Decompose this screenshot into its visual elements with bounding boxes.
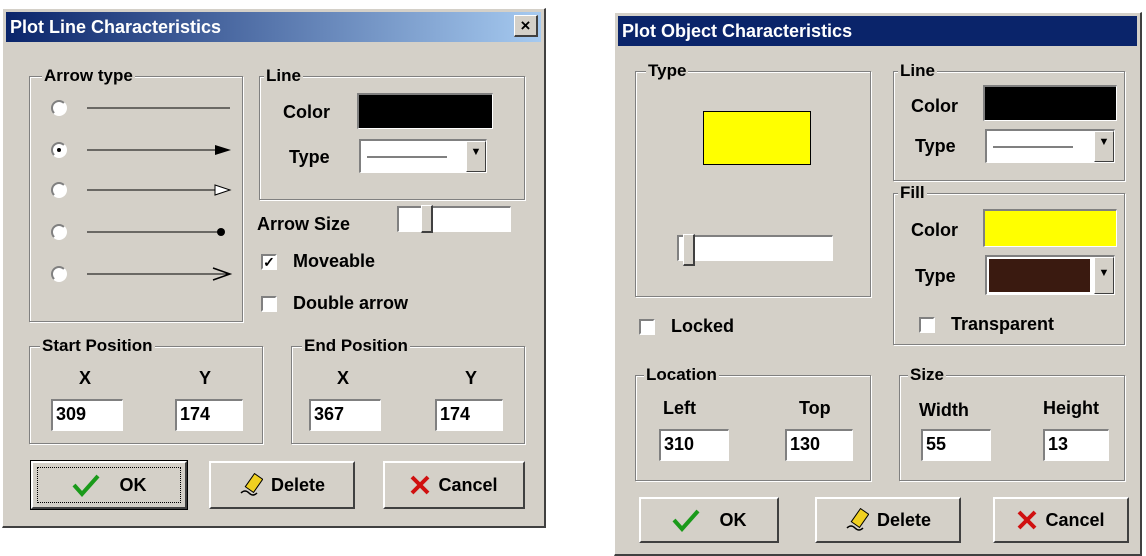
eraser-icon xyxy=(240,473,263,496)
object-preview xyxy=(703,111,811,165)
object-type-label: Type xyxy=(646,61,689,81)
dialog-title: Plot Object Characteristics xyxy=(622,21,853,41)
start-y-label: Y xyxy=(199,368,212,388)
focus-rect xyxy=(37,467,181,503)
line-type-label: Type xyxy=(915,136,956,156)
plot-line-dialog: Plot Line Characteristics × Arrow type L… xyxy=(2,8,546,528)
arrow-type-radio-dot[interactable] xyxy=(51,224,67,240)
line-color-swatch[interactable] xyxy=(983,85,1117,121)
start-position-label: Start Position xyxy=(40,336,155,356)
size-label: Size xyxy=(908,365,947,385)
cancel-label: Cancel xyxy=(438,474,498,495)
x-icon xyxy=(1018,510,1037,530)
ok-button[interactable]: OK xyxy=(639,497,779,543)
fill-color-swatch[interactable] xyxy=(983,209,1117,247)
top-input[interactable]: 130 xyxy=(785,429,853,461)
top-label: Top xyxy=(799,398,831,418)
end-x-label: X xyxy=(337,368,350,388)
arrow-type-label: Arrow type xyxy=(42,66,135,86)
line-color-swatch[interactable] xyxy=(357,93,493,129)
locked-label: Locked xyxy=(671,316,735,336)
fill-group-label: Fill xyxy=(898,183,927,203)
arrow-type-radio-open[interactable] xyxy=(51,182,67,198)
line-solid-icon xyxy=(993,146,1073,148)
locked-checkbox[interactable] xyxy=(639,319,655,335)
arrow-filled-icon xyxy=(87,145,231,155)
double-arrow-checkbox[interactable] xyxy=(261,296,277,312)
arrow-dot-icon xyxy=(87,228,225,236)
fill-pattern-swatch xyxy=(989,259,1090,292)
delete-label: Delete xyxy=(270,474,326,495)
start-x-label: X xyxy=(79,368,92,388)
cancel-label: Cancel xyxy=(1045,509,1105,530)
transparent-label: Transparent xyxy=(951,314,1055,334)
chevron-down-icon[interactable]: ▼ xyxy=(1094,257,1114,294)
arrow-type-radio-filled[interactable] xyxy=(51,142,67,158)
close-icon: × xyxy=(520,16,531,35)
width-input[interactable]: 55 xyxy=(921,429,991,461)
end-y-label: Y xyxy=(465,368,478,388)
transparent-checkbox[interactable] xyxy=(919,317,935,333)
line-color-label: Color xyxy=(283,102,330,122)
end-y-input[interactable]: 174 xyxy=(435,399,503,431)
ok-button[interactable]: OK xyxy=(30,460,188,510)
arrow-type-radio-line[interactable] xyxy=(51,266,67,282)
plot-object-dialog: Plot Object Characteristics Type Locked … xyxy=(614,12,1142,556)
ok-label: OK xyxy=(719,509,747,530)
fill-type-dropdown[interactable]: ▼ xyxy=(985,255,1115,295)
arrow-size-slider[interactable] xyxy=(397,205,511,233)
moveable-checkbox[interactable]: ✓ xyxy=(261,254,277,270)
double-arrow-label: Double arrow xyxy=(293,293,409,313)
start-x-input[interactable]: 309 xyxy=(51,399,123,431)
fill-type-label: Type xyxy=(915,266,956,286)
cancel-button[interactable]: Cancel xyxy=(993,497,1129,543)
line-solid-icon xyxy=(367,156,447,158)
start-y-input[interactable]: 174 xyxy=(175,399,243,431)
line-type-dropdown[interactable]: ▼ xyxy=(359,139,487,173)
height-label: Height xyxy=(1043,398,1099,418)
delete-button[interactable]: Delete xyxy=(815,497,961,543)
eraser-icon xyxy=(846,508,869,531)
close-button[interactable]: × xyxy=(514,15,538,37)
arrow-size-label: Arrow Size xyxy=(257,214,351,234)
size-group: Size xyxy=(899,365,1125,481)
moveable-label: Moveable xyxy=(293,251,376,271)
end-x-input[interactable]: 367 xyxy=(309,399,381,431)
slider-thumb[interactable] xyxy=(683,234,695,266)
cancel-button[interactable]: Cancel xyxy=(383,461,525,509)
delete-label: Delete xyxy=(876,509,932,530)
arrow-type-radio-plain[interactable] xyxy=(51,100,67,116)
slider-thumb[interactable] xyxy=(421,205,433,233)
line-type-dropdown[interactable]: ▼ xyxy=(985,129,1115,163)
chevron-down-icon[interactable]: ▼ xyxy=(466,141,486,172)
width-label: Width xyxy=(919,400,969,420)
arrow-line-icon xyxy=(87,267,233,281)
delete-button[interactable]: Delete xyxy=(209,461,355,509)
end-position-label: End Position xyxy=(302,336,410,356)
left-input[interactable]: 310 xyxy=(659,429,729,461)
location-label: Location xyxy=(644,365,719,385)
dialog-titlebar: Plot Line Characteristics × xyxy=(6,12,541,42)
height-input[interactable]: 13 xyxy=(1043,429,1109,461)
location-group: Location xyxy=(635,365,871,481)
dialog-title: Plot Line Characteristics xyxy=(10,17,222,37)
checkmark-icon xyxy=(672,509,699,532)
line-color-label: Color xyxy=(911,96,958,116)
chevron-down-icon[interactable]: ▼ xyxy=(1094,131,1114,162)
line-group-label: Line xyxy=(898,61,937,81)
arrow-open-icon xyxy=(87,184,232,196)
fill-color-label: Color xyxy=(911,220,958,240)
dialog-titlebar: Plot Object Characteristics xyxy=(618,16,1137,46)
arrow-plain-icon xyxy=(87,107,230,109)
object-type-group: Type xyxy=(635,61,871,297)
line-group-label: Line xyxy=(264,66,303,86)
object-type-slider[interactable] xyxy=(677,234,833,266)
left-label: Left xyxy=(663,398,696,418)
line-type-label: Type xyxy=(289,147,330,167)
x-icon xyxy=(411,475,430,495)
